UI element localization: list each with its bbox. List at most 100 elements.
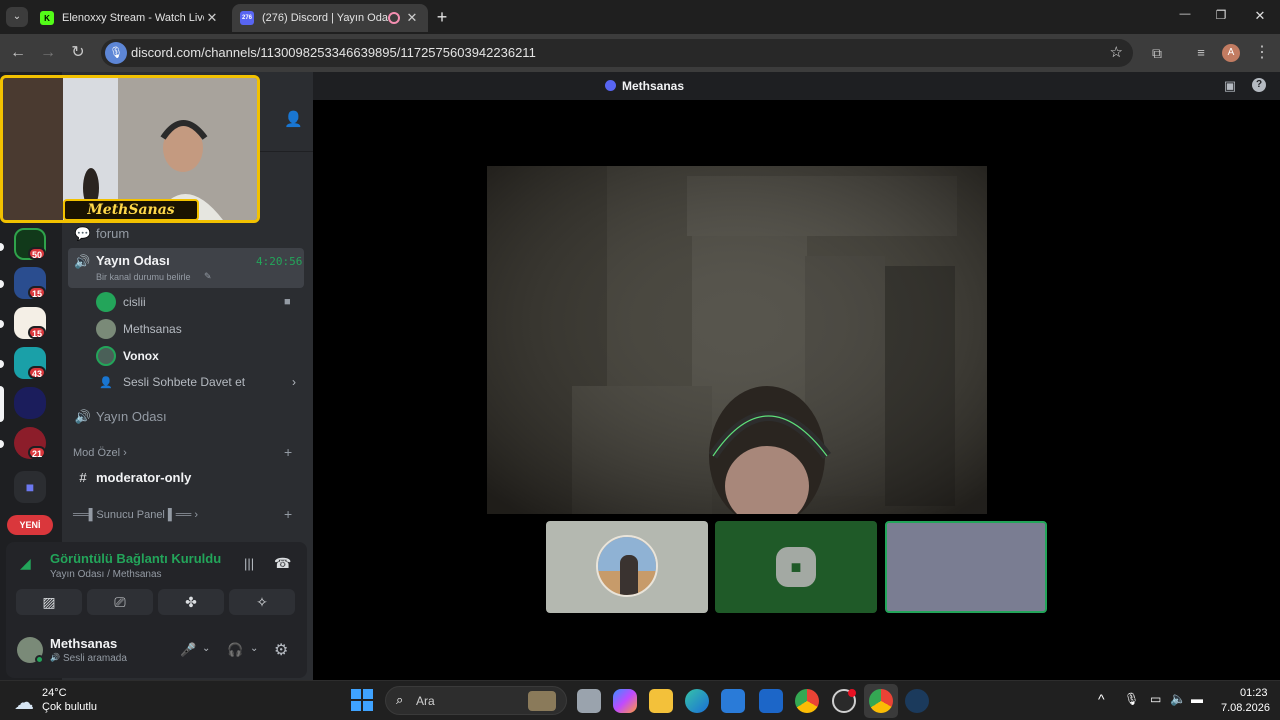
voice-user[interactable]: Methsanas xyxy=(96,318,182,340)
channel-moderator-only[interactable]: # moderator-only xyxy=(68,470,306,490)
mail-icon[interactable] xyxy=(759,689,783,713)
tab-kick-stream[interactable]: K Elenoxxy Stream - Watch Live o ✕ xyxy=(32,4,228,32)
add-member-icon[interactable]: 👤 xyxy=(284,110,303,128)
chrome-icon[interactable] xyxy=(795,689,819,713)
microphone-icon[interactable]: 🎙 xyxy=(1124,692,1139,706)
pencil-icon[interactable]: ✎ xyxy=(204,271,212,282)
steam-icon[interactable] xyxy=(905,689,929,713)
gear-icon[interactable]: ⚙ xyxy=(274,640,288,660)
unread-pill xyxy=(0,360,4,368)
address-bar[interactable]: 🎙 discord.com/channels/11300982533466398… xyxy=(101,39,1133,67)
cloud-icon: ☁ xyxy=(14,692,34,714)
media-control-icon[interactable]: ≡ xyxy=(1189,41,1213,65)
streamer-name-plate: MethSanas xyxy=(63,199,199,220)
avatar xyxy=(96,319,116,339)
channel-active-voice[interactable]: 🔊 Yayın Odası 4:20:56 Bir kanal durumu b… xyxy=(68,248,304,288)
voice-user[interactable]: cislii xyxy=(96,291,146,313)
speaker-icon: 🔊 xyxy=(74,409,92,424)
close-icon[interactable]: ✕ xyxy=(204,10,220,26)
unread-pill xyxy=(0,440,4,448)
address-url[interactable]: discord.com/channels/1130098253346639895… xyxy=(131,45,536,60)
minimize-button[interactable]: — xyxy=(1174,8,1196,20)
kick-icon: K xyxy=(40,11,54,25)
server-icon-current[interactable] xyxy=(14,387,46,419)
recording-icon xyxy=(388,12,400,24)
soundboard-button[interactable]: ✧ xyxy=(229,589,295,615)
weather-widget[interactable]: ☁ 24°C Çok bulutlu xyxy=(12,686,122,716)
voice-user[interactable]: Vonox xyxy=(96,345,159,367)
task-view-icon[interactable] xyxy=(577,689,601,713)
unread-pill xyxy=(0,320,4,328)
stream-frame xyxy=(487,166,987,514)
hash-icon: # xyxy=(79,470,87,485)
server-folder-icon[interactable]: ■ xyxy=(14,471,46,503)
store-icon[interactable] xyxy=(721,689,745,713)
stream-video[interactable] xyxy=(487,166,987,514)
site-info-icon[interactable]: 🎙 xyxy=(105,42,127,64)
channel-status-prompt[interactable]: Bir kanal durumu belirle xyxy=(96,272,191,282)
tab-discord[interactable]: 276 (276) Discord | Yayın Odası ✕ xyxy=(232,4,428,32)
microphone-icon[interactable]: 🎤 xyxy=(180,642,196,658)
camera-off-button[interactable]: ▨ xyxy=(16,589,82,615)
add-channel-icon[interactable]: + xyxy=(284,444,292,460)
chevron-up-icon[interactable]: ^ xyxy=(1098,691,1105,707)
copilot-icon[interactable] xyxy=(613,689,637,713)
new-tab-button[interactable]: + xyxy=(432,7,452,27)
file-explorer-icon[interactable] xyxy=(649,689,673,713)
screen-share-button[interactable]: ⎚ xyxy=(87,589,153,615)
stage-title: Methsanas xyxy=(622,79,685,93)
voice-location[interactable]: Yayın Odası / Methsanas xyxy=(50,569,162,580)
voice-connection-panel: ◢ Görüntülü Bağlantı Kuruldu Yayın Odası… xyxy=(6,542,307,626)
reload-icon[interactable]: ↻ xyxy=(66,41,90,65)
mention-badge: 21 xyxy=(28,446,46,459)
close-icon[interactable]: ✕ xyxy=(404,10,420,26)
username[interactable]: Methsanas xyxy=(50,636,117,651)
chrome-icon[interactable] xyxy=(869,689,893,713)
clock-date[interactable]: 7.08.2026 xyxy=(1221,702,1270,714)
unread-pill xyxy=(0,280,4,288)
participant-tile[interactable] xyxy=(546,521,708,613)
discord-icon: 276 xyxy=(240,11,254,25)
noise-suppression-icon[interactable]: ||| xyxy=(244,556,254,571)
profile-avatar[interactable]: A xyxy=(1222,44,1240,62)
back-icon[interactable]: ← xyxy=(6,41,30,65)
activities-button[interactable]: ✤ xyxy=(158,589,224,615)
bookmark-star-icon[interactable]: ☆ xyxy=(1110,43,1123,61)
voice-timer: 4:20:56 xyxy=(256,255,303,268)
extensions-icon[interactable]: ⧉ xyxy=(1145,41,1169,65)
tab-title: (276) Discord | Yayın Odası xyxy=(262,12,388,24)
channel-forum[interactable]: 💬 forum xyxy=(68,226,306,246)
channel-voice-2[interactable]: 🔊 Yayın Odası xyxy=(68,409,306,429)
network-icon[interactable]: ▭ xyxy=(1150,692,1161,706)
add-channel-icon[interactable]: + xyxy=(284,506,292,522)
tab-search-button[interactable]: ⌄ xyxy=(6,7,28,27)
forward-icon[interactable]: → xyxy=(36,41,60,65)
start-button[interactable] xyxy=(351,689,373,711)
mention-badge: 50 xyxy=(28,247,46,260)
invite-to-voice[interactable]: 👤 Sesli Sohbete Davet et › xyxy=(96,371,296,393)
forum-icon: 💬 xyxy=(74,226,92,241)
category-mod[interactable]: Mod Özel › xyxy=(73,447,127,459)
headphones-icon[interactable]: 🎧 xyxy=(227,642,243,658)
disconnect-icon[interactable]: ☎ xyxy=(274,555,291,572)
help-icon[interactable]: ? xyxy=(1252,78,1266,92)
participant-tile[interactable]: ■ xyxy=(715,521,877,613)
voice-channel-name: Yayın Odası xyxy=(96,253,170,268)
volume-icon[interactable]: 🔈 xyxy=(1170,691,1186,707)
close-window-button[interactable]: ✕ xyxy=(1249,8,1271,24)
unread-pill xyxy=(0,243,4,251)
signal-icon: ◢ xyxy=(20,555,31,571)
battery-icon[interactable]: ▬ xyxy=(1191,692,1203,706)
voice-status[interactable]: Görüntülü Bağlantı Kuruldu xyxy=(50,551,221,566)
new-badge: YENİ xyxy=(7,515,53,535)
clock-time[interactable]: 01:23 xyxy=(1240,687,1268,699)
chevron-down-icon[interactable]: ⌄ xyxy=(250,643,258,654)
menu-icon[interactable]: ⋮ xyxy=(1250,41,1274,65)
participant-tile-speaking[interactable] xyxy=(885,521,1047,613)
maximize-button[interactable]: ❐ xyxy=(1210,8,1232,22)
edge-icon[interactable] xyxy=(685,689,709,713)
category-server-panel[interactable]: ══▌Sunucu Panel ▌══ › xyxy=(73,509,198,521)
chevron-down-icon[interactable]: ⌄ xyxy=(202,643,210,654)
taskbar-search[interactable]: ⌕ Ara xyxy=(385,686,567,715)
inbox-icon[interactable]: ▣ xyxy=(1222,78,1238,94)
